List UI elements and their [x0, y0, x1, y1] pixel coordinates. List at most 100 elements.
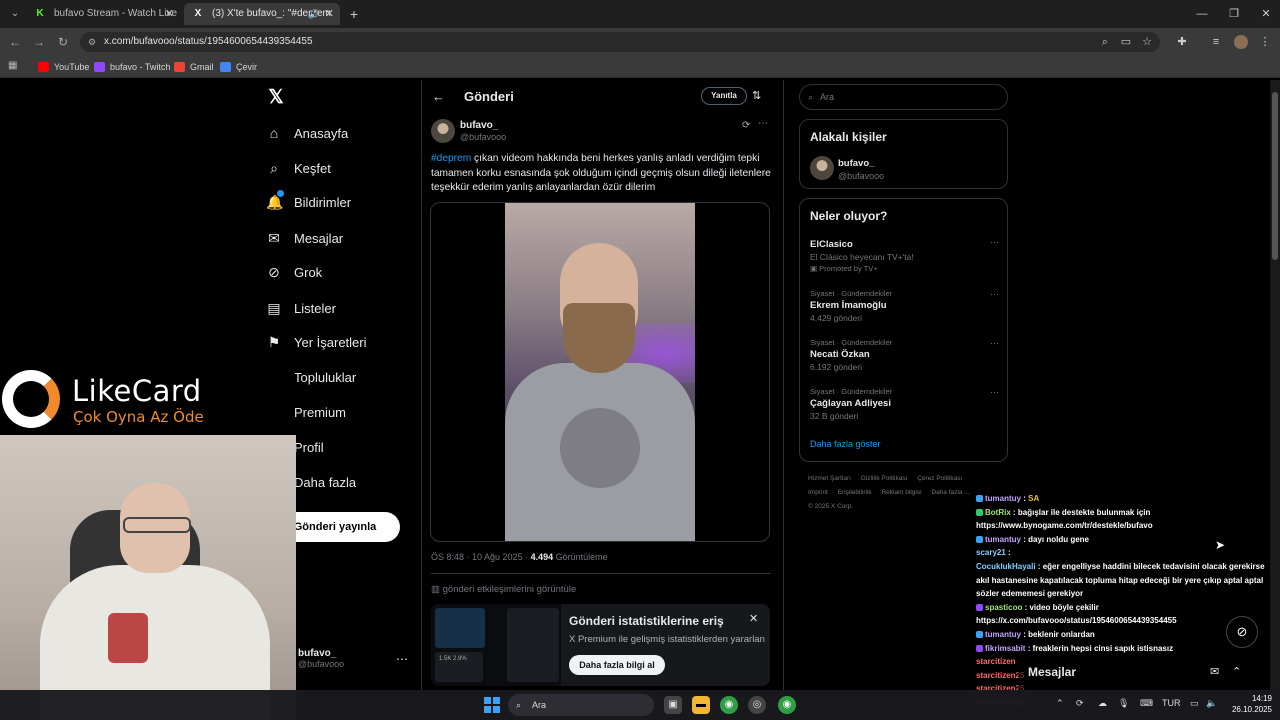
- search-input[interactable]: ⌕ Ara: [799, 84, 1008, 110]
- extensions-icon[interactable]: ✚: [1174, 34, 1190, 50]
- avatar[interactable]: [431, 119, 455, 143]
- expand-up-icon[interactable]: ⌃: [1232, 665, 1241, 678]
- nav-home[interactable]: ⌂ Anasayfa: [266, 122, 348, 144]
- close-icon[interactable]: ✕: [325, 3, 334, 25]
- tab-x-post[interactable]: X (3) X'te bufavo_: "#deprem 🔊 ✕: [184, 3, 340, 25]
- trend-more-icon[interactable]: ⋯: [990, 387, 1000, 398]
- chrome-icon[interactable]: ◉: [720, 696, 738, 714]
- minimize-button[interactable]: —: [1192, 4, 1212, 24]
- microphone-icon[interactable]: 🎙: [1118, 698, 1129, 709]
- tab-search-icon[interactable]: ⌄: [6, 5, 24, 23]
- nav-explore[interactable]: ⌕ Keşfet: [266, 157, 331, 179]
- browser-menu-icon[interactable]: ⋮: [1257, 34, 1273, 50]
- chrome-active-icon[interactable]: ◉: [778, 696, 796, 714]
- volume-icon[interactable]: 🔈: [1206, 698, 1217, 709]
- close-icon[interactable]: ✕: [749, 612, 758, 625]
- task-view-icon[interactable]: ▣: [664, 696, 682, 714]
- related-handle[interactable]: @bufavooo: [838, 171, 884, 181]
- media-controls-icon[interactable]: ≡: [1208, 34, 1224, 50]
- keyboard-icon[interactable]: ⌨: [1140, 698, 1153, 709]
- shirt-logo: [108, 613, 148, 663]
- nav-notifications[interactable]: 🔔 Bildirimler: [266, 190, 351, 213]
- taskbar-search-label: Ara: [532, 700, 547, 710]
- badge-icon: [976, 644, 983, 652]
- footer-link[interactable]: Hizmet Şartları: [808, 475, 851, 482]
- view-engagements-link[interactable]: ▥ gönderi etkileşimlerini görüntüle: [431, 584, 576, 595]
- trend-item[interactable]: Siyaset · Gündemdekiler Necati Özkan 6.1…: [810, 338, 1000, 372]
- grok-fab-button[interactable]: ⊘: [1226, 616, 1258, 648]
- tray-sync-icon[interactable]: ⟳: [1076, 698, 1084, 709]
- speaker-icon[interactable]: 🔊: [309, 3, 320, 25]
- account-more-icon[interactable]: ⋯: [396, 652, 409, 666]
- back-arrow-icon[interactable]: ←: [432, 89, 445, 104]
- trend-more-icon[interactable]: ⋯: [990, 237, 1000, 248]
- grok-explain-icon[interactable]: ⟳: [742, 120, 750, 131]
- trend-item[interactable]: ElClasico El Clásico heyecanı TV+'ta! ▣ …: [810, 237, 1000, 273]
- learn-more-button[interactable]: Daha fazla bilgi al: [569, 655, 665, 675]
- footer-link[interactable]: Imprint: [808, 489, 828, 496]
- footer-link[interactable]: Erişilebilirlik: [838, 489, 872, 496]
- system-clock[interactable]: 14:19 26.10.2025: [1226, 693, 1272, 715]
- input-language[interactable]: TUR: [1162, 698, 1181, 708]
- reply-button[interactable]: Yanıtla: [701, 87, 747, 105]
- trend-item[interactable]: Siyaset · Gündemdekiler Çağlayan Adliyes…: [810, 387, 1000, 421]
- chat-text: dayı noldu gene: [1028, 534, 1090, 544]
- display-icon[interactable]: ▭: [1190, 698, 1199, 709]
- window-close-button[interactable]: ✕: [1256, 4, 1276, 24]
- nav-grok[interactable]: ⊘ Grok: [266, 261, 322, 283]
- author-name[interactable]: bufavo_: [460, 120, 498, 131]
- scrollbar-thumb[interactable]: [1272, 92, 1278, 260]
- onedrive-icon[interactable]: ☁: [1098, 698, 1107, 709]
- post-video[interactable]: [430, 202, 770, 542]
- trend-item[interactable]: Siyaset · Gündemdekiler Ekrem İmamoğlu 4…: [810, 289, 1000, 323]
- site-info-icon[interactable]: ⚙: [88, 32, 96, 52]
- profile-avatar-icon[interactable]: [1234, 35, 1248, 49]
- post-more-icon[interactable]: ⋯: [758, 118, 769, 129]
- bookmark-translate[interactable]: Çevir: [220, 59, 257, 75]
- bookmark-youtube[interactable]: YouTube: [38, 59, 89, 75]
- back-arrow-icon[interactable]: ←: [6, 33, 24, 51]
- footer-link[interactable]: Çerez Politikası: [917, 475, 962, 482]
- bookmark-star-icon[interactable]: ☆: [1139, 34, 1155, 50]
- trend-more-icon[interactable]: ⋯: [990, 289, 1000, 300]
- footer-link[interactable]: Gizlilik Politikası: [861, 475, 908, 482]
- windows-start-icon[interactable]: [484, 697, 500, 713]
- likecard-logo-icon: [2, 370, 60, 428]
- chat-text: SA: [1028, 494, 1040, 503]
- x-logo-icon[interactable]: 𝕏: [266, 88, 286, 108]
- account-switcher[interactable]: bufavo_ @bufavooo: [298, 648, 344, 669]
- bookmark-twitch[interactable]: bufavo - Twitch: [94, 59, 170, 75]
- nav-label: Yer İşaretleri: [294, 335, 367, 350]
- maximize-button[interactable]: ❐: [1224, 4, 1244, 24]
- sliders-icon[interactable]: ⇅: [752, 89, 761, 102]
- file-explorer-icon[interactable]: ▬: [692, 696, 710, 714]
- reload-icon[interactable]: ↻: [54, 33, 72, 51]
- forward-arrow-icon[interactable]: →: [30, 33, 48, 51]
- bookmark-gmail[interactable]: Gmail: [174, 59, 214, 75]
- nav-lists[interactable]: ▤ Listeler: [266, 297, 336, 319]
- avatar[interactable]: [810, 156, 834, 180]
- tray-expand-icon[interactable]: ⌃: [1056, 698, 1064, 709]
- app-icon[interactable]: ◎: [748, 696, 766, 714]
- taskbar-search[interactable]: ⌕ Ara: [508, 694, 654, 716]
- related-name[interactable]: bufavo_: [838, 158, 874, 169]
- new-message-icon[interactable]: ✉: [1210, 665, 1219, 678]
- tab-kick-stream[interactable]: K bufavo Stream - Watch Live on ✕: [26, 3, 180, 25]
- nav-messages[interactable]: ✉ Mesajlar: [266, 227, 343, 249]
- cast-icon[interactable]: ▭: [1118, 34, 1134, 50]
- nav-bookmarks[interactable]: ⚑ Yer İşaretleri: [266, 331, 367, 353]
- hashtag-link[interactable]: #deprem: [431, 153, 471, 164]
- author-handle[interactable]: @bufavooo: [460, 132, 506, 142]
- new-tab-button[interactable]: +: [346, 4, 362, 24]
- close-icon[interactable]: ✕: [165, 3, 174, 25]
- apps-grid-icon[interactable]: ▦: [8, 60, 20, 72]
- url-field[interactable]: ⚙ x.com/bufavooo/status/1954600654439354…: [80, 32, 1160, 52]
- nav-label: Keşfet: [294, 161, 331, 176]
- show-more-link[interactable]: Daha fazla göster: [810, 439, 881, 449]
- footer-link[interactable]: Reklam bilgisi: [881, 489, 921, 496]
- trend-more-icon[interactable]: ⋯: [990, 338, 1000, 349]
- messages-drawer[interactable]: Mesajlar ✉ ⌃: [1018, 656, 1260, 690]
- chat-user: starcitizen: [976, 657, 1016, 667]
- zoom-icon[interactable]: ⌕: [1097, 34, 1113, 50]
- footer-link[interactable]: Daha fazla ...: [931, 489, 969, 496]
